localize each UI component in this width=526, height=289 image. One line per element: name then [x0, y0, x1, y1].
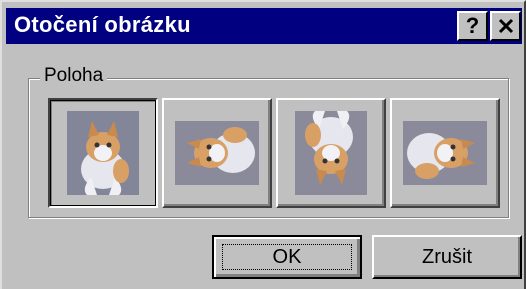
rotation-90-button[interactable]: [162, 98, 272, 208]
cancel-button[interactable]: Zrušit: [372, 235, 522, 279]
close-button[interactable]: [490, 11, 521, 41]
ok-button-label: OK: [272, 245, 302, 268]
ok-button[interactable]: OK: [212, 235, 362, 279]
rotate-image-dialog: Otočení obrázku ? Poloha OK Zrušit: [0, 0, 526, 289]
position-group-label: Poloha: [40, 65, 108, 87]
cat-rotated-180-thumbnail: [295, 111, 367, 195]
rotation-270-button[interactable]: [390, 98, 500, 208]
cat-rotated-270-thumbnail: [403, 121, 487, 185]
cancel-button-label: Zrušit: [422, 245, 472, 268]
rotation-0-button[interactable]: [48, 98, 158, 208]
rotation-180-button[interactable]: [276, 98, 386, 208]
help-button[interactable]: ?: [457, 11, 488, 41]
close-icon: [498, 18, 513, 34]
cat-upright-thumbnail: [67, 111, 139, 195]
title-bar: Otočení obrázku ?: [6, 8, 522, 44]
cat-rotated-90-thumbnail: [175, 121, 259, 185]
dialog-title: Otočení obrázku: [14, 12, 191, 37]
